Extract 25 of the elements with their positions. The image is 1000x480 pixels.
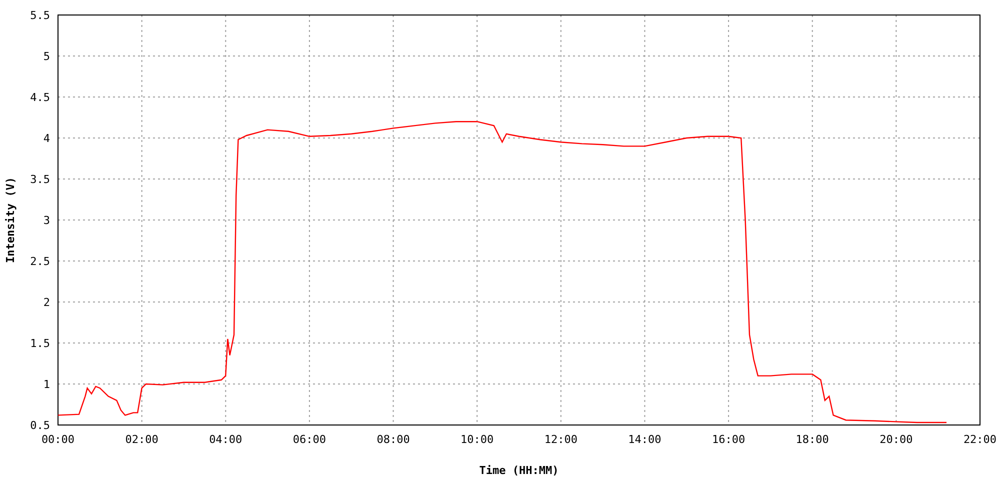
x-tick-label: 00:00 xyxy=(41,433,75,446)
x-tick-label: 08:00 xyxy=(376,433,410,446)
x-tick-label: 02:00 xyxy=(125,433,158,446)
y-tick-label: 2.5 xyxy=(30,255,50,268)
y-tick-label: 4 xyxy=(43,132,50,145)
x-tick-label: 20:00 xyxy=(880,433,913,446)
y-tick-label: 3.5 xyxy=(30,173,50,186)
x-tick-label: 14:00 xyxy=(628,433,662,446)
y-tick-label: 5 xyxy=(43,50,50,63)
x-tick-label: 06:00 xyxy=(292,433,326,446)
y-axis-label: Intensity (V) xyxy=(4,176,17,264)
x-tick-label: 04:00 xyxy=(209,433,242,446)
x-tick-label: 10:00 xyxy=(460,433,494,446)
x-tick-label: 16:00 xyxy=(712,433,746,446)
x-axis-label: Time (HH:MM) xyxy=(479,464,559,477)
y-tick-label: 1 xyxy=(43,378,50,391)
x-tick-label: 22:00 xyxy=(963,433,997,446)
y-tick-label: 4.5 xyxy=(30,91,50,104)
y-tick-label: 1.5 xyxy=(30,337,50,350)
x-tick-label: 18:00 xyxy=(796,433,829,446)
y-tick-label: 3 xyxy=(43,214,50,227)
y-tick-label: 5.5 xyxy=(30,9,50,22)
y-tick-label: 0.5 xyxy=(30,419,50,432)
y-tick-label: 2 xyxy=(43,296,50,309)
x-tick-label: 12:00 xyxy=(544,433,578,446)
